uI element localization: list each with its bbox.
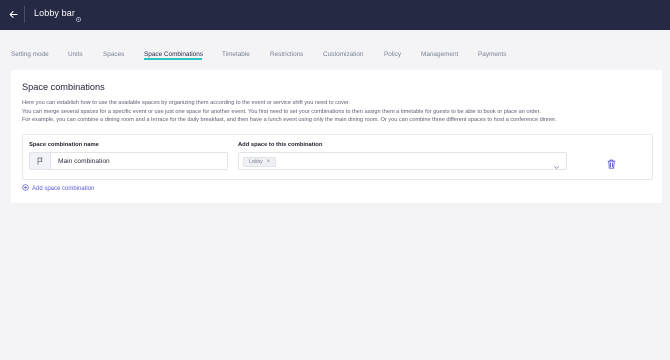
plus-circle-icon xyxy=(22,184,29,193)
add-space-combination-button[interactable]: Add space combination xyxy=(22,184,94,193)
tab-restrictions[interactable]: Restrictions xyxy=(270,51,303,58)
space-chip-label: Lobby xyxy=(249,159,263,165)
tab-setting-mode[interactable]: Setting mode xyxy=(11,51,49,58)
tab-payments[interactable]: Payments xyxy=(478,51,506,58)
spaces-select[interactable]: Lobby × xyxy=(238,152,567,170)
description-line-2: You can merge several spaces for a speci… xyxy=(22,108,541,115)
tab-spaces[interactable]: Spaces xyxy=(103,51,124,58)
section-title: Space combinations xyxy=(22,82,105,92)
close-icon[interactable]: × xyxy=(267,159,271,165)
tab-bar: Setting mode Units Spaces Space Combinat… xyxy=(0,30,670,64)
tab-management[interactable]: Management xyxy=(421,51,458,58)
combination-name-input[interactable] xyxy=(50,152,228,170)
add-space-combination-label: Add space combination xyxy=(32,185,95,192)
combination-name-label: Space combination name xyxy=(29,142,99,148)
chevron-down-icon xyxy=(553,158,560,169)
tab-timetable[interactable]: Timetable xyxy=(222,51,250,58)
description-line-1: Here you can establish how to use the av… xyxy=(22,100,351,106)
arrow-left-icon[interactable] xyxy=(6,7,20,21)
divider xyxy=(24,6,25,23)
add-space-label: Add space to this combination xyxy=(238,142,323,148)
settings-icon[interactable] xyxy=(75,10,82,23)
tab-units[interactable]: Units xyxy=(68,51,83,58)
trash-icon[interactable] xyxy=(607,156,616,169)
flag-icon xyxy=(29,152,50,170)
combination-row: Space combination name Add space to this… xyxy=(22,134,653,180)
tab-customization[interactable]: Customization xyxy=(323,51,364,58)
active-tab-indicator xyxy=(144,58,202,60)
tab-space-combinations[interactable]: Space Combinations xyxy=(144,51,203,58)
top-bar: Lobby bar xyxy=(0,0,670,30)
description-line-3: For example, you can combine a dining ro… xyxy=(22,117,557,123)
page-title: Lobby bar xyxy=(34,8,75,18)
space-chip: Lobby × xyxy=(243,157,277,167)
tab-policy[interactable]: Policy xyxy=(384,51,401,58)
space-combinations-card: Space combinations Here you can establis… xyxy=(11,70,662,203)
